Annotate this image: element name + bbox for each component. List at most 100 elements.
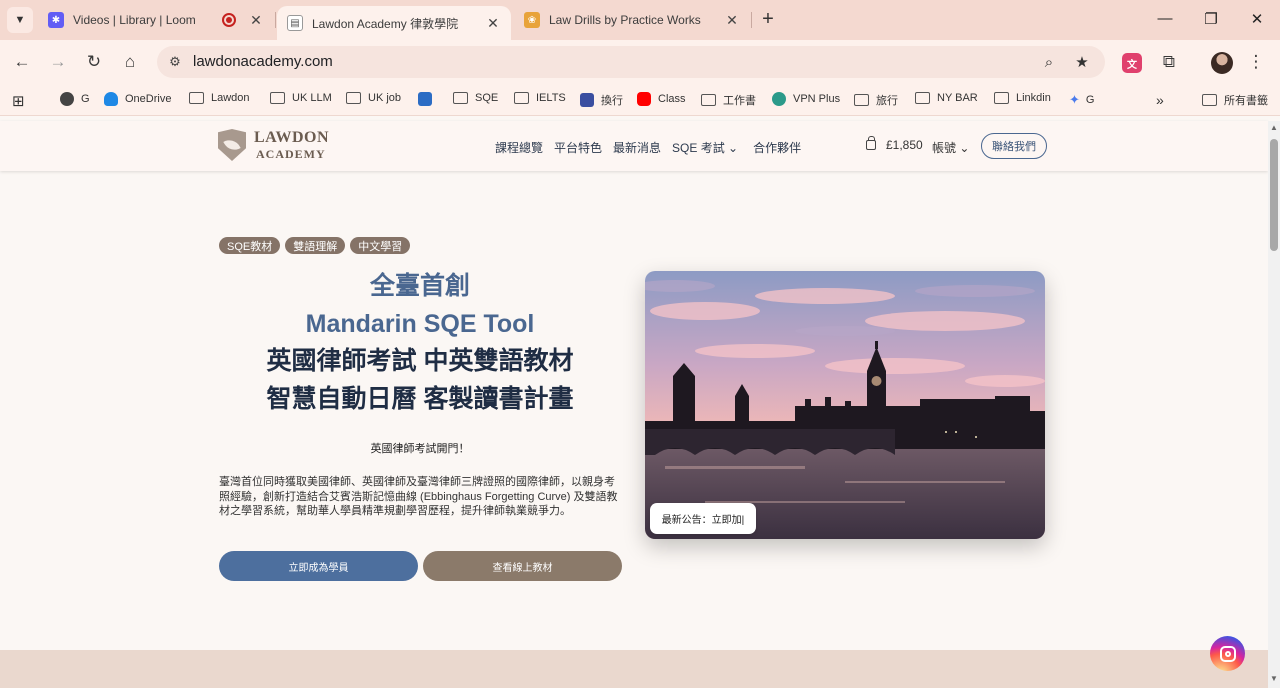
apps-button[interactable]: ⊞ xyxy=(12,92,25,110)
tab-search-button[interactable]: ▼ xyxy=(7,7,33,33)
bookmark-folder[interactable]: Linkdin xyxy=(994,92,1051,104)
tag-chinese-learning: 中文學習 xyxy=(350,237,411,254)
become-student-button[interactable]: 立即成為學員 xyxy=(219,551,418,581)
bookmark-folder[interactable]: UK job xyxy=(346,92,401,104)
site-logo[interactable]: LAWDON ACADEMY xyxy=(218,129,329,161)
forward-button[interactable]: → xyxy=(46,50,70,74)
bookmark-folder[interactable]: NY BAR xyxy=(915,92,978,104)
logo-wordmark: LAWDON ACADEMY xyxy=(254,130,329,161)
bookmark-item[interactable] xyxy=(418,92,439,106)
tab-title: Lawdon Academy 律敦學院 xyxy=(312,16,459,31)
bookmark-folder[interactable]: SQE xyxy=(453,92,498,104)
tag-bilingual: 雙語理解 xyxy=(285,237,346,254)
address-bar[interactable]: ⚙ lawdonacademy.com ⌕ ★ xyxy=(157,46,1105,78)
bookmark-label: OneDrive xyxy=(125,93,172,105)
bookmarks-overflow-button[interactable]: » xyxy=(1156,92,1164,108)
bookmark-item[interactable]: ✦ G xyxy=(1069,92,1094,108)
folder-icon xyxy=(453,92,468,104)
app-icon xyxy=(580,93,594,107)
zoom-icon[interactable]: ⌕ xyxy=(1039,52,1059,72)
latest-notice[interactable]: 最新公告：立即加| xyxy=(650,503,756,534)
page-scrollbar[interactable]: ▲ ▼ xyxy=(1268,121,1280,688)
cart-amount: £1,850 xyxy=(886,138,923,152)
home-icon: ⌂ xyxy=(124,52,136,71)
bookmark-item[interactable]: Class xyxy=(637,92,686,106)
folder-icon xyxy=(270,92,285,104)
hero-headline: 全臺首創 Mandarin SQE Tool 英國律師考試 中英雙語教材 智慧自… xyxy=(219,268,621,418)
close-tab-icon[interactable]: ✕ xyxy=(724,12,740,29)
contact-button[interactable]: 聯絡我們 xyxy=(981,133,1047,159)
instagram-button[interactable] xyxy=(1210,636,1245,671)
folder-icon xyxy=(701,94,716,106)
bookmark-item[interactable]: G xyxy=(60,92,90,106)
double-chevron-right-icon: » xyxy=(1156,92,1164,108)
bookmark-label: 所有書籤 xyxy=(1224,95,1268,107)
bookmark-label: NY BAR xyxy=(937,92,978,104)
scroll-thumb[interactable] xyxy=(1270,139,1278,251)
tag-sqe-material: SQE教材 xyxy=(219,237,281,254)
site-info-icon[interactable]: ⚙ xyxy=(165,52,185,72)
cart-button[interactable]: £1,850 xyxy=(866,136,923,152)
bookmark-folder[interactable]: UK LLM xyxy=(270,92,332,104)
back-button[interactable]: ← xyxy=(10,50,34,74)
bookmark-folder[interactable]: 旅行 xyxy=(854,92,898,108)
bookmark-label: 工作書 xyxy=(723,95,756,107)
bookmark-label: G xyxy=(1085,94,1095,106)
kebab-menu-icon: ⋮ xyxy=(1247,52,1265,71)
bookmark-folder[interactable]: 工作書 xyxy=(701,92,756,108)
tab-law-drills[interactable]: ❀ Law Drills by Practice Works ✕ xyxy=(514,0,750,40)
app-icon xyxy=(418,92,432,106)
headline-line2: Mandarin SQE Tool xyxy=(305,309,535,338)
restore-button[interactable]: ❐ xyxy=(1201,10,1221,28)
nav-news[interactable]: 最新消息 xyxy=(613,139,661,156)
bookmark-item[interactable]: OneDrive xyxy=(104,92,171,106)
tab-lawdon[interactable]: ▤ Lawdon Academy 律敦學院 ✕ xyxy=(277,6,511,40)
brain-icon: ❀ xyxy=(524,12,540,28)
bookmark-label: G xyxy=(81,93,90,105)
arrow-right-icon: → xyxy=(49,52,67,71)
reload-icon: ↻ xyxy=(86,52,102,71)
url-text[interactable]: lawdonacademy.com xyxy=(193,53,333,70)
view-materials-button[interactable]: 查看線上教材 xyxy=(423,551,622,581)
all-bookmarks-folder[interactable]: 所有書籤 xyxy=(1202,92,1268,108)
close-tab-icon[interactable]: ✕ xyxy=(248,12,264,29)
nav-courses[interactable]: 課程總覽 xyxy=(495,139,543,156)
close-tab-icon[interactable]: ✕ xyxy=(485,15,501,32)
reload-button[interactable]: ↻ xyxy=(82,50,106,74)
big-ben-photo xyxy=(645,271,1045,539)
new-tab-button[interactable]: + xyxy=(758,8,778,30)
home-button[interactable]: ⌂ xyxy=(118,50,142,74)
grid-icon: ⊞ xyxy=(12,93,25,110)
minimize-button[interactable]: — xyxy=(1155,10,1175,27)
nav-features[interactable]: 平台特色 xyxy=(554,139,602,156)
arrow-left-icon: ← xyxy=(13,52,31,71)
bookmark-label: 旅行 xyxy=(876,95,898,107)
headline-line3: 英國律師考試 中英雙語教材 xyxy=(266,347,574,375)
scroll-up-icon[interactable]: ▲ xyxy=(1268,123,1280,132)
scroll-down-icon[interactable]: ▼ xyxy=(1268,674,1280,683)
tab-separator xyxy=(275,12,276,28)
browser-toolbar: ← → ↻ ⌂ ⚙ lawdonacademy.com ⌕ ★ xyxy=(0,40,1280,84)
account-menu[interactable]: 帳號 ⌄ xyxy=(932,139,969,156)
bookmark-star-icon[interactable]: ★ xyxy=(1072,52,1092,72)
tab-loom[interactable]: ✱ Videos | Library | Loom ✕ xyxy=(38,0,274,40)
profile-avatar[interactable] xyxy=(1211,52,1233,74)
extensions-button[interactable]: ⧉ xyxy=(1157,50,1181,74)
close-window-button[interactable]: ✕ xyxy=(1247,10,1267,28)
browser-menu-button[interactable]: ⋮ xyxy=(1244,50,1268,74)
bookmark-folder[interactable]: IELTS xyxy=(514,92,566,104)
nav-sqe-exam[interactable]: SQE 考試 ⌄ xyxy=(672,139,738,156)
puzzle-icon: ⧉ xyxy=(1162,52,1176,71)
nav-partners[interactable]: 合作夥伴 xyxy=(753,139,801,156)
next-section xyxy=(0,650,1268,688)
bookmark-label: IELTS xyxy=(536,92,566,104)
cloud-icon xyxy=(104,92,118,106)
bookmark-item[interactable]: VPN Plus xyxy=(772,92,840,106)
page-icon: ▤ xyxy=(287,15,303,31)
chevron-down-icon: ▼ xyxy=(14,14,26,26)
bookmark-item[interactable]: 換行 xyxy=(580,92,623,108)
main-nav: 課程總覽 平台特色 最新消息 SQE 考試 ⌄ 合作夥伴 xyxy=(495,139,812,156)
translate-extension-icon[interactable]: 文 xyxy=(1122,53,1142,73)
bookmark-folder[interactable]: Lawdon xyxy=(189,92,250,104)
hero-description: 臺灣首位同時獲取美國律師、英國律師及臺灣律師三牌證照的國際律師，以親身考照經驗，… xyxy=(219,476,618,517)
